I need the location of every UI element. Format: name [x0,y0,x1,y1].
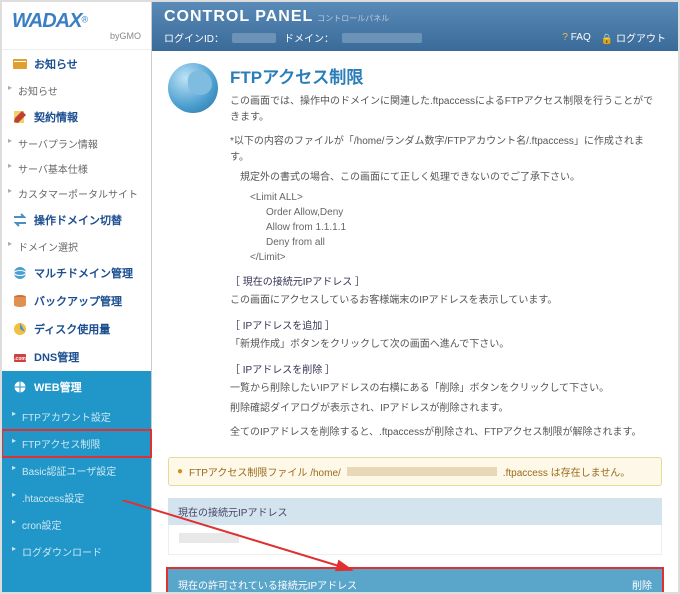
lock-icon: 🔒 [601,34,613,45]
sidebar: WADAX® byGMO お知らせ お知らせ 契約情報 サーバプラン情報 サーバ… [2,2,152,592]
nav-section-web: WEB管理 FTPアカウント設定 FTPアクセス制限 Basic認証ユーザ設定 … [2,371,151,592]
nav-item-htaccess[interactable]: .htaccess設定 [2,484,151,511]
nav-item-log-download[interactable]: ログダウンロード [2,538,151,565]
globe-icon [168,63,218,113]
panel-allowed-ip-header: 現在の許可されている接続元IPアドレス 削除 [168,569,662,592]
nav-item-ftp-account[interactable]: FTPアカウント設定 [2,403,151,430]
topbar: CONTROL PANEL コントロールパネル ログインID： ドメイン： ? F… [152,2,678,51]
topbar-subtitle: コントロールパネル [317,14,389,23]
dns-icon: .com [12,349,28,365]
notice-path [347,467,497,476]
nav-item-domain-select[interactable]: ドメイン選択 [2,234,151,259]
logo-reg: ® [81,14,88,24]
topbar-title: CONTROL PANEL [164,8,313,25]
nav-section-dns[interactable]: .comDNS管理 [2,343,151,371]
code-sample: <Limit ALL> Order Allow,Deny Allow from … [250,190,662,265]
contract-icon [12,109,28,125]
warning-icon: ● [177,466,183,477]
nav-item-ftp-access[interactable]: FTPアクセス制限 [2,430,151,457]
backup-icon [12,293,28,309]
panel-current-ip-header: 現在の接続元IPアドレス [168,498,662,525]
notice-icon [12,56,28,72]
logo: WADAX® byGMO [2,2,151,50]
nav-web-header: WEB管理 [2,371,151,403]
nav-section-disk[interactable]: ディスク使用量 [2,315,151,343]
switch-icon [12,212,28,228]
domain-label: ドメイン： [284,30,334,45]
nav-section-notice: お知らせ [2,50,151,78]
login-id-label: ログインID： [164,30,224,45]
svg-text:.com: .com [14,356,26,362]
nav-item-server-spec[interactable]: サーバ基本仕様 [2,156,151,181]
delete-column-header: 削除 [632,577,652,592]
login-id-value [232,33,276,43]
nav-item-notice[interactable]: お知らせ [2,78,151,103]
page-title: FTPアクセス制限 [230,63,662,88]
disk-icon [12,321,28,337]
current-ip-value [179,533,239,543]
panel-current-ip-body [168,525,662,555]
nav-section-multi[interactable]: マルチドメイン管理 [2,259,151,287]
nav-section-domain-switch: 操作ドメイン切替 [2,206,151,234]
nav-section-backup[interactable]: バックアップ管理 [2,287,151,315]
faq-link[interactable]: ? FAQ [562,32,590,43]
nav-item-cron[interactable]: cron設定 [2,511,151,538]
main: CONTROL PANEL コントロールパネル ログインID： ドメイン： ? F… [152,2,678,592]
content: FTPアクセス制限 この画面では、操作中のドメインに関連した.ftpaccess… [152,51,678,592]
logout-link[interactable]: 🔒 ログアウト [601,30,666,45]
nav-section-contract: 契約情報 [2,103,151,131]
multi-icon [12,265,28,281]
nav-item-basic-auth[interactable]: Basic認証ユーザ設定 [2,457,151,484]
logo-sub: byGMO [12,31,141,41]
page-description: この画面では、操作中のドメインに関連した.ftpaccessによるFTPアクセス… [230,94,662,441]
logo-brand: WADAX [12,10,81,32]
nav-item-server-plan[interactable]: サーバプラン情報 [2,131,151,156]
nav-item-portal[interactable]: カスタマーポータルサイト [2,181,151,206]
web-icon [12,379,28,395]
domain-value [342,33,422,43]
notice-banner: ● FTPアクセス制限ファイル /home/.ftpaccess は存在しません… [168,457,662,486]
